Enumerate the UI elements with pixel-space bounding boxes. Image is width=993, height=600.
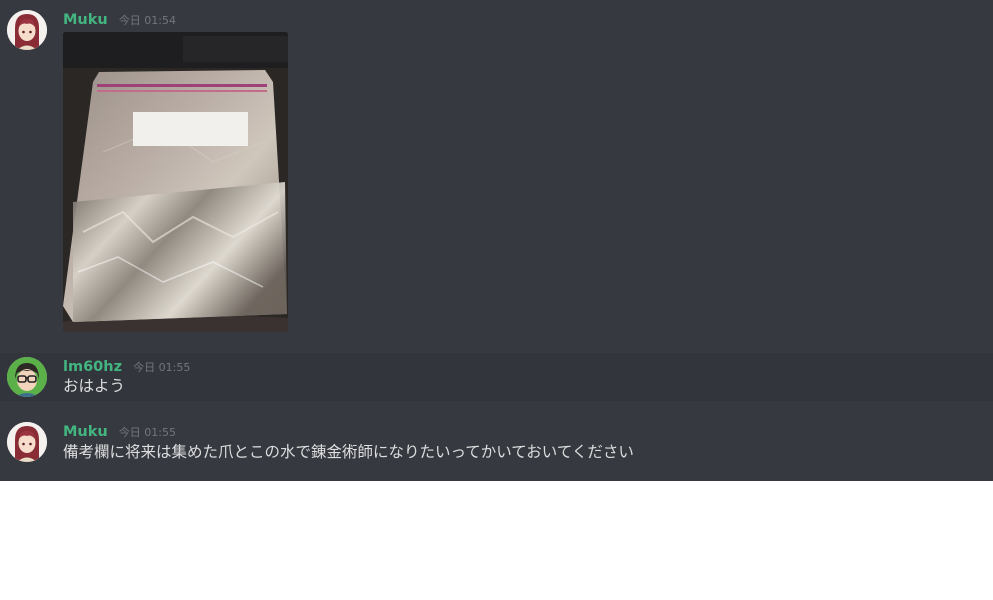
avatar[interactable] [7, 357, 47, 397]
message-header: Muku 今日 01:55 [63, 421, 176, 441]
message-item: Muku 今日 01:55 備考欄に将来は集めた爪とこの水で錬金術師になりたいっ… [0, 414, 993, 474]
image-attachment[interactable] [63, 32, 288, 332]
message-header: lm60hz 今日 01:55 [63, 356, 190, 376]
timestamp: 今日 01:54 [118, 14, 177, 27]
anime-girl-avatar-icon [7, 10, 47, 50]
message-header: Muku 今日 01:54 [63, 9, 176, 29]
anime-girl-avatar-icon [7, 422, 47, 462]
message-text: 備考欄に将来は集めた爪とこの水で錬金術師になりたいってかいておいてください [63, 443, 634, 461]
message-item: Muku 今日 01:54 [0, 0, 993, 345]
message-item: lm60hz 今日 01:55 おはよう [0, 353, 993, 401]
timestamp: 今日 01:55 [118, 426, 177, 439]
username[interactable]: Muku [63, 424, 108, 440]
avatar[interactable] [7, 422, 47, 462]
username[interactable]: Muku [63, 12, 108, 28]
message-text: おはよう [63, 377, 126, 395]
glasses-character-avatar-icon [7, 357, 47, 397]
photo-zip-bag-image [63, 32, 288, 332]
chat-message-list: Muku 今日 01:54 lm60hz 今日 01:55 おはよう Muku … [0, 0, 993, 481]
avatar[interactable] [7, 10, 47, 50]
timestamp: 今日 01:55 [133, 361, 191, 374]
username[interactable]: lm60hz [63, 359, 122, 375]
